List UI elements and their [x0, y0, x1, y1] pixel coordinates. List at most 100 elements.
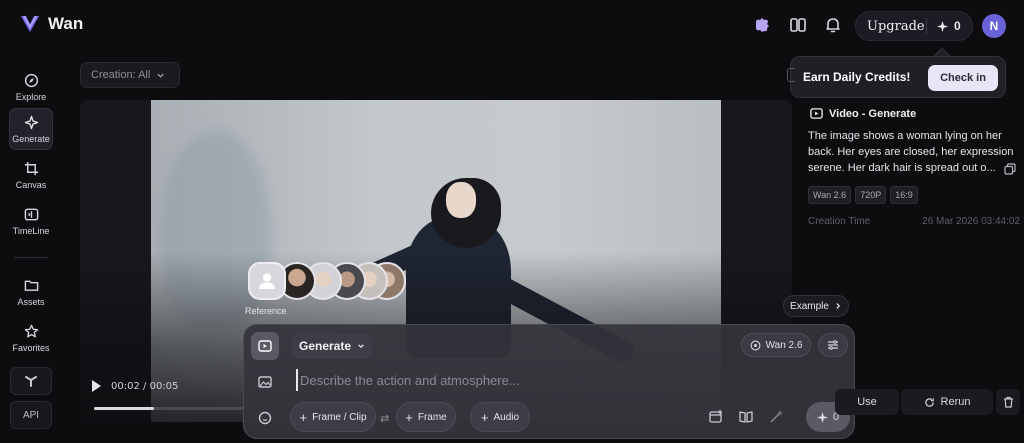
reference-label: Reference — [245, 306, 287, 316]
delete-button[interactable] — [996, 389, 1020, 415]
credits-value: 0 — [954, 19, 961, 33]
sidebar-item-generate[interactable]: Generate — [9, 108, 53, 150]
settings-button[interactable] — [818, 333, 848, 357]
add-frame-button[interactable]: + Frame — [396, 402, 456, 432]
current-time: 00:02 — [111, 380, 140, 392]
media-library-icon[interactable] — [708, 409, 724, 425]
detail-tags: Wan 2.6 720P 16:9 — [808, 186, 918, 204]
magic-wand-icon[interactable] — [768, 409, 784, 425]
creation-filter-dropdown[interactable]: Creation: All — [80, 62, 180, 88]
sliders-icon — [828, 340, 838, 350]
generate-mode-dropdown[interactable]: Generate — [292, 333, 372, 359]
plus-icon: + — [299, 409, 308, 425]
crop-icon — [24, 161, 38, 175]
avatar-mode-button[interactable] — [251, 404, 279, 432]
sidebar-item-canvas[interactable]: Canvas — [9, 154, 53, 196]
mode-label: Generate — [298, 339, 352, 353]
rerun-button[interactable]: Rerun — [901, 389, 993, 415]
chip-label: Frame — [417, 411, 447, 423]
video-mode-button[interactable] — [251, 332, 279, 360]
top-bar: Wan Upgrade 0 N — [0, 0, 1024, 50]
video-icon — [258, 340, 272, 352]
progress-fill — [94, 407, 154, 410]
copy-icon[interactable] — [1004, 163, 1016, 175]
sidebar-item-favorites[interactable]: Favorites — [9, 317, 53, 359]
sidebar-item-explore[interactable]: Explore — [9, 66, 53, 108]
panel-toggle-icon[interactable] — [787, 68, 795, 82]
creation-time-value: 26 Mar 2026 03:44:02 — [922, 216, 1020, 227]
creation-time-label: Creation Time — [808, 216, 871, 227]
app-logo[interactable]: Wan — [18, 12, 83, 36]
sidebar-item-label: Favorites — [12, 342, 50, 353]
sidebar-item-label: Generate — [12, 133, 50, 144]
chip-label: Frame / Clip — [312, 411, 367, 423]
sidebar-item-assets[interactable]: Assets — [9, 271, 53, 313]
wan-logo-icon — [21, 15, 39, 32]
timeline-icon — [24, 208, 38, 220]
time-display: 00:02 / 00:05 — [111, 381, 178, 392]
detail-title-text: Video - Generate — [829, 107, 917, 120]
integrations-button[interactable] — [10, 367, 52, 395]
bell-icon[interactable] — [823, 15, 843, 35]
sidebar-item-timeline[interactable]: TimeLine — [9, 200, 53, 242]
example-button[interactable]: Example — [783, 295, 849, 317]
plus-icon: + — [480, 409, 489, 425]
credits-counter[interactable]: 0 — [927, 19, 961, 33]
image-icon — [258, 376, 272, 388]
api-button[interactable]: API — [10, 401, 52, 429]
compass-icon — [24, 73, 38, 87]
add-frame-clip-button[interactable]: + Frame / Clip — [290, 402, 376, 432]
video-progress-bar[interactable] — [94, 407, 244, 410]
chevron-right-icon — [836, 303, 841, 309]
trash-icon — [1003, 396, 1013, 408]
user-icon — [259, 273, 275, 289]
star-icon — [24, 324, 38, 337]
sidebar-item-label: Explore — [15, 91, 47, 102]
plus-icon: + — [405, 409, 413, 425]
prompt-input[interactable] — [296, 369, 796, 391]
sidebar-item-label: Assets — [17, 296, 45, 307]
puzzle-icon[interactable] — [752, 15, 772, 35]
check-in-button[interactable]: Check in — [928, 65, 998, 91]
sidebar-item-label: TimeLine — [12, 225, 50, 236]
sparkle-icon — [816, 411, 828, 423]
swap-icon[interactable]: ⇄ — [380, 412, 389, 425]
example-label: Example — [790, 300, 829, 312]
chevron-down-icon — [157, 73, 164, 78]
app-name: Wan — [48, 14, 84, 33]
daily-credits-tooltip: Earn Daily Credits! Check in — [790, 56, 1006, 98]
sidebar-divider — [14, 257, 48, 258]
face-icon — [258, 411, 272, 425]
play-icon[interactable] — [92, 380, 101, 392]
network-icon — [25, 376, 37, 387]
image-mode-button[interactable] — [251, 368, 279, 396]
sparkle-icon — [24, 115, 38, 129]
rerun-label: Rerun — [940, 396, 971, 408]
model-tag: Wan 2.6 — [808, 186, 852, 204]
avatar[interactable]: N — [982, 14, 1006, 38]
prompt-composer: Generate Wan 2.6 + Frame / Clip ⇄ + Fram… — [243, 324, 855, 439]
reference-stack[interactable] — [248, 262, 408, 302]
sidebar-item-label: Canvas — [15, 179, 47, 190]
detail-description: The image shows a woman lying on her bac… — [808, 130, 1014, 174]
folder-icon — [24, 280, 38, 291]
upgrade-credits-pill: Upgrade 0 — [855, 11, 973, 41]
use-button[interactable]: Use — [835, 389, 899, 415]
refresh-icon — [924, 397, 934, 407]
model-label: Wan 2.6 — [765, 339, 803, 351]
upgrade-button[interactable]: Upgrade — [856, 19, 926, 34]
figure-face — [446, 182, 476, 218]
book-open-icon[interactable] — [738, 409, 754, 425]
chip-label: Audio — [493, 411, 520, 423]
add-audio-button[interactable]: + Audio — [470, 402, 530, 432]
aspect-ratio-tag: 16:9 — [890, 186, 918, 204]
add-reference-button[interactable] — [248, 262, 286, 300]
detail-title: Video - Generate — [810, 107, 916, 120]
duration: 00:05 — [149, 380, 179, 392]
tooltip-text: Earn Daily Credits! — [803, 70, 911, 84]
model-selector[interactable]: Wan 2.6 — [741, 333, 811, 357]
video-icon — [810, 108, 823, 119]
resolution-tag: 720P — [855, 186, 887, 204]
player-controls: 00:02 / 00:05 — [92, 380, 178, 392]
book-icon[interactable] — [788, 15, 808, 35]
